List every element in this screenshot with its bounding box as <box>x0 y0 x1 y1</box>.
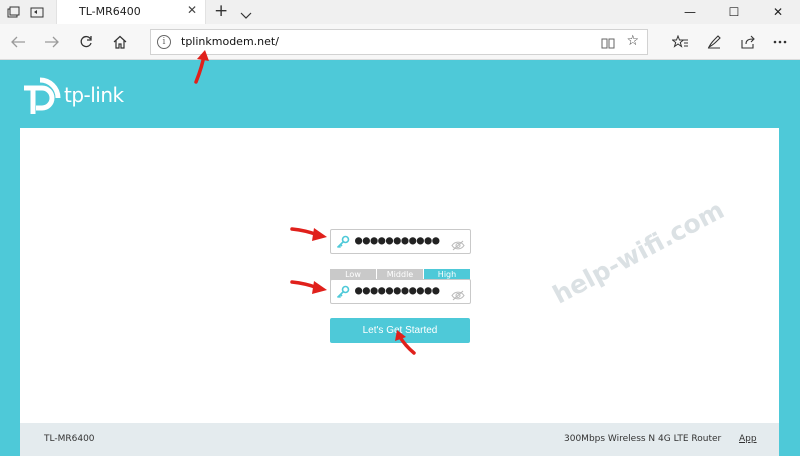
maximize-button[interactable]: ☐ <box>712 0 756 24</box>
minimize-button[interactable]: — <box>668 0 712 24</box>
tab-close-icon[interactable]: ✕ <box>187 3 197 17</box>
annotation-arrow-button <box>395 330 416 355</box>
show-password-icon[interactable] <box>451 286 465 305</box>
pen-icon[interactable] <box>704 32 724 52</box>
tp-link-logo: tp-link <box>20 76 130 116</box>
refresh-icon[interactable] <box>76 32 96 52</box>
masked-password: ●●●●●●●●●●● <box>355 283 440 297</box>
masked-password: ●●●●●●●●●●● <box>355 233 440 247</box>
confirm-password-input[interactable]: ●●●●●●●●●●● <box>330 279 471 304</box>
reading-view-icon[interactable] <box>601 35 615 54</box>
key-icon <box>336 234 350 253</box>
browser-tab-bar: TL-MR6400 ✕ + — ☐ ✕ <box>0 0 800 24</box>
close-window-button[interactable]: ✕ <box>756 0 800 24</box>
favorites-hub-icon[interactable] <box>670 32 690 52</box>
tab-title: TL-MR6400 <box>79 5 141 18</box>
browser-nav-bar: i tplinkmodem.net/ ☆ <box>0 24 800 60</box>
annotation-arrow-confirm <box>290 280 327 294</box>
chevron-down-icon[interactable] <box>240 5 252 24</box>
app-link[interactable]: App <box>739 434 757 444</box>
browser-tab[interactable]: TL-MR6400 ✕ <box>56 0 206 24</box>
show-password-icon[interactable] <box>451 236 465 255</box>
page-footer: TL-MR6400 300Mbps Wireless N 4G LTE Rout… <box>20 423 779 456</box>
tp-link-logo-icon <box>24 77 61 114</box>
footer-model: TL-MR6400 <box>44 434 95 444</box>
forward-icon[interactable] <box>42 32 62 52</box>
more-icon[interactable] <box>770 32 790 52</box>
tab-preview-icon[interactable] <box>4 3 22 21</box>
footer-description: 300Mbps Wireless N 4G LTE Router <box>564 434 722 444</box>
annotation-arrow-url <box>194 50 209 84</box>
router-web-page: tp-link ●●●●●●●●●●● Low Middle High ●●●●… <box>0 60 800 456</box>
back-icon[interactable] <box>8 32 28 52</box>
home-icon[interactable] <box>110 32 130 52</box>
setup-card: ●●●●●●●●●●● Low Middle High ●●●●●●●●●●● … <box>20 128 779 423</box>
new-password-input[interactable]: ●●●●●●●●●●● <box>330 229 471 254</box>
new-tab-button[interactable]: + <box>214 1 228 21</box>
share-icon[interactable] <box>738 32 758 52</box>
brand-name: tp-link <box>64 83 124 107</box>
key-icon <box>336 284 350 303</box>
address-bar[interactable]: i tplinkmodem.net/ ☆ <box>150 29 648 55</box>
favorite-star-icon[interactable]: ☆ <box>626 33 639 49</box>
annotation-arrow-password <box>290 227 327 241</box>
site-info-icon[interactable]: i <box>157 35 171 49</box>
set-aside-tabs-icon[interactable] <box>28 3 46 21</box>
